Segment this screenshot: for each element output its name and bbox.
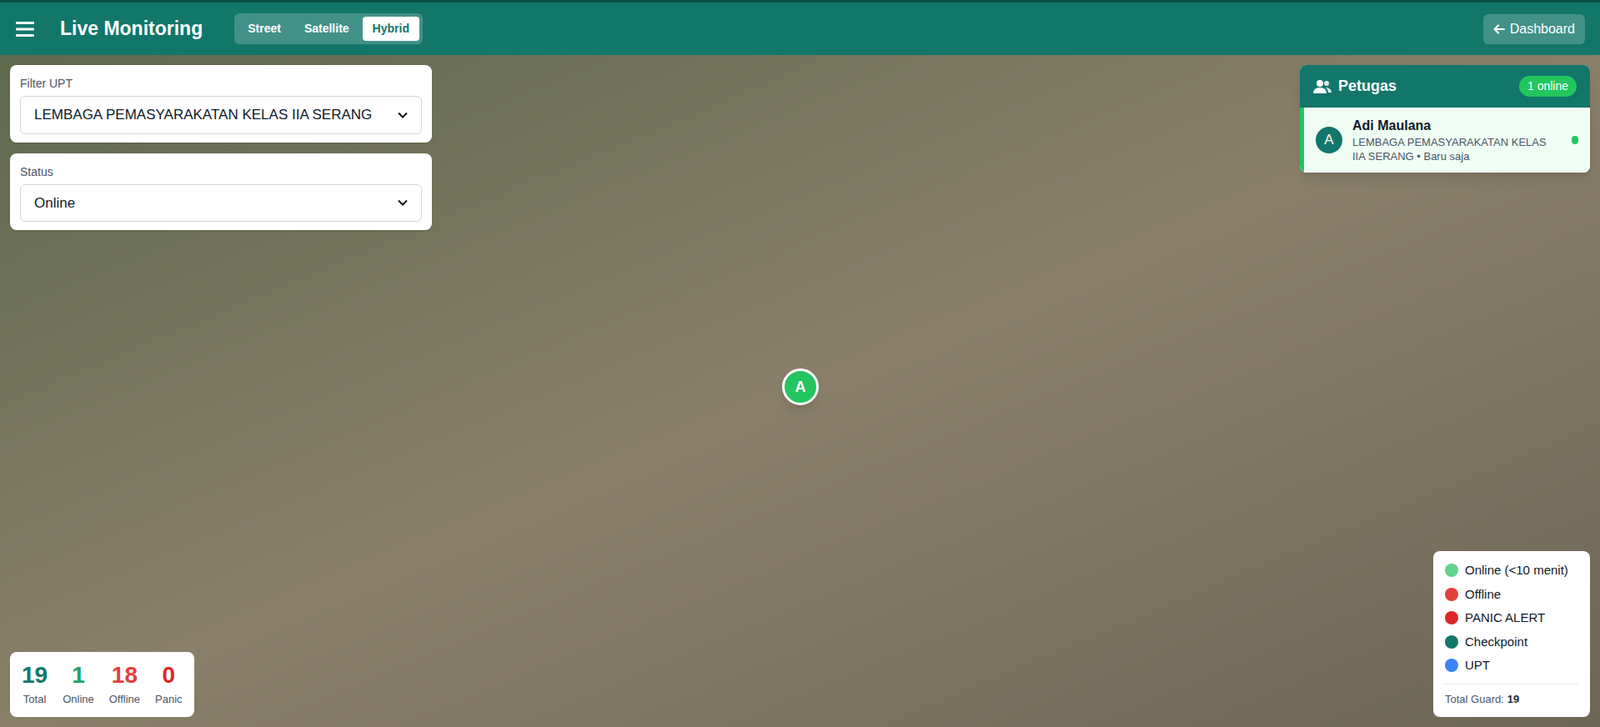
legend-item: PANIC ALERT xyxy=(1444,608,1579,628)
petugas-item[interactable]: A Adi MaulanaLEMBAGA PEMASYARAKATAN KELAS… xyxy=(1299,107,1590,173)
total-guard-label: Total Guard: xyxy=(1444,691,1505,708)
stat-label: Online xyxy=(62,691,95,708)
filter-value: LEMBAGA PEMASYARAKATAN KELAS IIA SERANG xyxy=(34,104,398,126)
legend-dot xyxy=(1444,587,1459,602)
legend-item: Checkpoint xyxy=(1444,632,1579,653)
legend-item: UPT xyxy=(1444,656,1579,676)
map-type-button[interactable]: Street xyxy=(237,16,291,41)
legend-item: Online (<10 menit) xyxy=(1444,561,1579,581)
stat-item: 19 Total xyxy=(21,662,48,708)
dashboard-button[interactable]: Dashboard xyxy=(1483,14,1585,45)
chevron-down-icon xyxy=(397,111,408,119)
petugas-title: Petugas xyxy=(1338,75,1397,98)
petugas-info: Adi MaulanaLEMBAGA PEMASYARAKATAN KELAS … xyxy=(1352,115,1562,165)
stat-value: 0 xyxy=(162,662,176,689)
guard-marker[interactable]: A xyxy=(782,368,819,406)
stat-item: 18 Offline xyxy=(109,662,141,708)
filter-card: Status Online xyxy=(10,153,432,231)
online-badge: 1 online xyxy=(1519,75,1577,97)
legend-dot xyxy=(1444,635,1459,649)
stat-value: 19 xyxy=(21,662,48,689)
filter-select[interactable]: Online xyxy=(20,184,422,223)
stat-value: 18 xyxy=(111,662,138,689)
legend: Online (<10 menit) Offline PANIC ALERT Chec… xyxy=(1433,551,1590,718)
legend-label: Checkpoint xyxy=(1464,632,1528,653)
users-icon xyxy=(1313,79,1332,95)
petugas-detail: LEMBAGA PEMASYARAKATAN KELAS IIA SERANG … xyxy=(1352,135,1562,165)
stat-item: 0 Panic xyxy=(155,662,183,708)
petugas-panel: Petugas 1 online A Adi MaulanaLEMBAGA PEM… xyxy=(1299,65,1590,173)
legend-label: Online (<10 menit) xyxy=(1464,561,1569,581)
stat-label: Offline xyxy=(109,691,141,708)
menu-icon[interactable] xyxy=(15,20,36,39)
stats-card: 19 Total 1 Online 18 Offline 0 Panic xyxy=(10,652,195,718)
map-type-button[interactable]: Satellite xyxy=(294,16,360,41)
map-type-button[interactable]: Hybrid xyxy=(362,16,420,41)
total-guard-value: 19 xyxy=(1507,691,1520,708)
page-title: Live Monitoring xyxy=(60,14,203,44)
petugas-name: Adi Maulana xyxy=(1352,115,1562,136)
stat-label: Panic xyxy=(155,691,183,708)
top-bar: Live Monitoring StreetSatelliteHybrid Da… xyxy=(0,0,1600,56)
status-dot xyxy=(1571,135,1579,145)
filter-label: Filter UPT xyxy=(20,75,422,93)
legend-dot xyxy=(1444,611,1459,625)
legend-label: Offline xyxy=(1464,585,1501,605)
stat-item: 1 Online xyxy=(62,662,95,708)
legend-dot xyxy=(1444,658,1459,673)
stat-value: 1 xyxy=(71,662,86,689)
legend-label: UPT xyxy=(1464,656,1490,676)
legend-label: PANIC ALERT xyxy=(1464,608,1545,628)
arrow-left-icon xyxy=(1493,23,1505,36)
filter-label: Status xyxy=(20,163,422,181)
filter-select[interactable]: LEMBAGA PEMASYARAKATAN KELAS IIA SERANG xyxy=(20,95,422,135)
filter-value: Online xyxy=(34,192,398,215)
legend-item: Offline xyxy=(1444,585,1579,605)
legend-dot xyxy=(1444,563,1459,577)
chevron-down-icon xyxy=(397,199,408,206)
map-area[interactable]: Filter UPT LEMBAGA PEMASYARAKATAN KELAS I… xyxy=(0,55,1600,727)
map-type-toggle: StreetSatelliteHybrid xyxy=(234,13,423,45)
avatar: A xyxy=(1315,126,1343,154)
stat-label: Total xyxy=(23,691,46,708)
filter-card: Filter UPT LEMBAGA PEMASYARAKATAN KELAS I… xyxy=(10,65,432,143)
